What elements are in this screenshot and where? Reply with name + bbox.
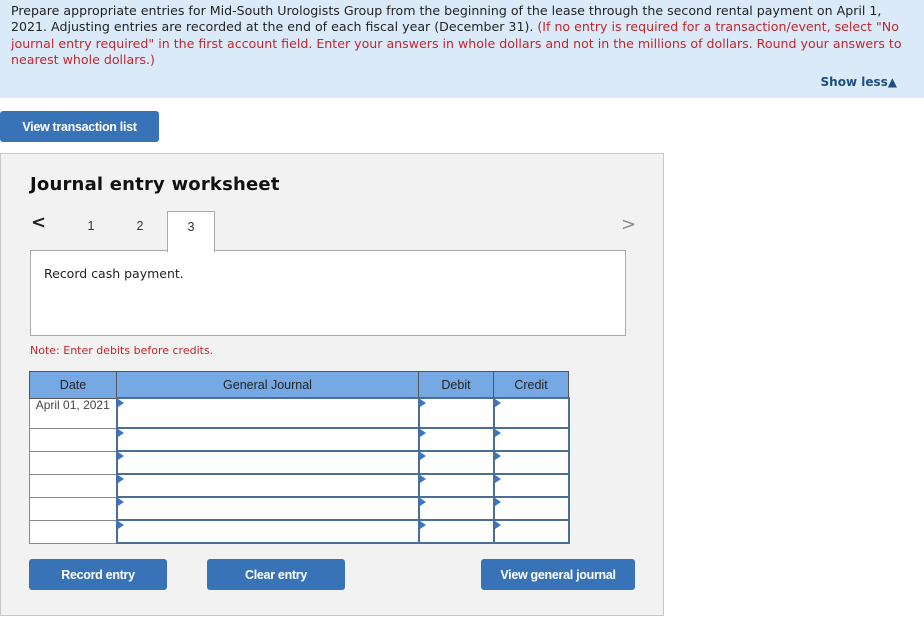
journal-table: Date General Journal Debit Credit April … xyxy=(29,371,570,544)
debit-input[interactable] xyxy=(417,427,495,452)
dropdown-marker-icon xyxy=(419,399,426,407)
record-entry-button[interactable]: Record entry xyxy=(29,559,167,590)
credit-input[interactable] xyxy=(492,397,570,429)
chevron-right-icon[interactable]: > xyxy=(621,214,636,235)
credit-input[interactable] xyxy=(492,427,570,452)
date-cell[interactable]: April 01, 2021 xyxy=(29,397,117,429)
header-general-journal: General Journal xyxy=(116,371,419,399)
debit-input[interactable] xyxy=(417,450,495,475)
header-date: Date xyxy=(29,371,117,399)
instructions-text: Prepare appropriate entries for Mid-Sout… xyxy=(11,3,911,69)
table-row xyxy=(29,450,570,475)
dropdown-marker-icon xyxy=(494,475,501,483)
date-cell[interactable] xyxy=(29,519,117,544)
account-input[interactable] xyxy=(115,450,420,475)
clear-entry-button[interactable]: Clear entry xyxy=(207,559,345,590)
debit-credit-note: Note: Enter debits before credits. xyxy=(30,344,214,357)
dropdown-marker-icon xyxy=(117,452,124,460)
table-row xyxy=(29,519,570,544)
tab-2[interactable]: 2 xyxy=(116,211,164,251)
credit-input[interactable] xyxy=(492,450,570,475)
journal-entry-worksheet: Journal entry worksheet < 1 2 3 > Record… xyxy=(0,153,664,616)
debit-input[interactable] xyxy=(417,496,495,521)
debit-input[interactable] xyxy=(417,473,495,498)
header-debit: Debit xyxy=(418,371,494,399)
dropdown-marker-icon xyxy=(419,521,426,529)
account-input[interactable] xyxy=(115,496,420,521)
credit-input[interactable] xyxy=(492,519,570,544)
dropdown-marker-icon xyxy=(117,399,124,407)
account-input[interactable] xyxy=(115,473,420,498)
table-row xyxy=(29,496,570,521)
worksheet-title: Journal entry worksheet xyxy=(30,174,280,195)
date-cell[interactable] xyxy=(29,496,117,521)
tab-3[interactable]: 3 xyxy=(167,211,215,252)
dropdown-marker-icon xyxy=(117,498,124,506)
account-input[interactable] xyxy=(115,519,420,544)
table-row: April 01, 2021 xyxy=(29,397,570,429)
dropdown-marker-icon xyxy=(419,452,426,460)
dropdown-marker-icon xyxy=(494,429,501,437)
debit-input[interactable] xyxy=(417,397,495,429)
dropdown-marker-icon xyxy=(419,429,426,437)
debit-input[interactable] xyxy=(417,519,495,544)
dropdown-marker-icon xyxy=(117,475,124,483)
dropdown-marker-icon xyxy=(419,475,426,483)
transaction-description: Record cash payment. xyxy=(30,250,626,336)
dropdown-marker-icon xyxy=(494,498,501,506)
view-general-journal-button[interactable]: View general journal xyxy=(481,559,635,590)
date-cell[interactable] xyxy=(29,473,117,498)
description-text: Record cash payment. xyxy=(44,266,184,281)
account-input[interactable] xyxy=(115,397,420,429)
date-cell[interactable] xyxy=(29,450,117,475)
dropdown-marker-icon xyxy=(494,399,501,407)
credit-input[interactable] xyxy=(492,473,570,498)
dropdown-marker-icon xyxy=(117,429,124,437)
dropdown-marker-icon xyxy=(494,521,501,529)
table-row xyxy=(29,427,570,452)
table-row xyxy=(29,473,570,498)
instructions-banner: Prepare appropriate entries for Mid-Sout… xyxy=(0,0,924,98)
view-transaction-list-button[interactable]: View transaction list xyxy=(0,111,159,142)
dropdown-marker-icon xyxy=(419,498,426,506)
chevron-left-icon[interactable]: < xyxy=(31,212,46,233)
table-header: Date General Journal Debit Credit xyxy=(29,371,569,399)
dropdown-marker-icon xyxy=(117,521,124,529)
header-credit: Credit xyxy=(493,371,569,399)
show-less-link[interactable]: Show less▲ xyxy=(821,75,897,89)
date-cell[interactable] xyxy=(29,427,117,452)
credit-input[interactable] xyxy=(492,496,570,521)
account-input[interactable] xyxy=(115,427,420,452)
dropdown-marker-icon xyxy=(494,452,501,460)
tab-1[interactable]: 1 xyxy=(67,211,115,251)
